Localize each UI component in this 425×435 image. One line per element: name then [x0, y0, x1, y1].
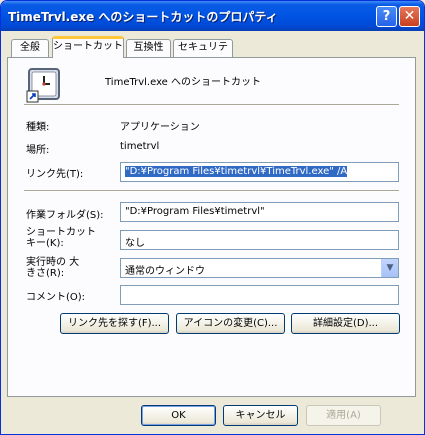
- tab-shortcut[interactable]: ショートカット: [52, 36, 124, 58]
- hotkey-label: ショートカット キー(K):: [26, 227, 96, 249]
- workdir-label: 作業フォルダ(S):: [26, 210, 104, 221]
- tab-compatibility[interactable]: 互換性: [126, 39, 171, 57]
- ok-button[interactable]: OK: [141, 405, 216, 426]
- tab-general[interactable]: 全般: [11, 39, 49, 57]
- window-title: TimeTrvl.exe へのショートカットのプロパティ: [8, 10, 278, 24]
- tab-security[interactable]: セキュリティ: [173, 39, 233, 69]
- apply-button[interactable]: 適用(A): [306, 405, 381, 426]
- title-bar[interactable]: TimeTrvl.exe へのショートカットのプロパティ ? ✕: [1, 1, 424, 31]
- run-select-value: 通常のウィンドウ: [125, 266, 205, 277]
- hotkey-input[interactable]: なし: [120, 230, 399, 250]
- find-target-button[interactable]: リンク先を探す(F)...: [60, 313, 169, 334]
- divider: [24, 190, 399, 192]
- change-icon-button[interactable]: アイコンの変更(C)...: [176, 313, 285, 334]
- type-label: 種類:: [26, 122, 50, 133]
- run-label: 実行時の 大きさ(R):: [26, 257, 80, 279]
- type-value: アプリケーション: [120, 122, 200, 133]
- divider: [24, 104, 399, 106]
- advanced-button[interactable]: 詳細設定(D)...: [291, 313, 400, 334]
- run-select[interactable]: 通常のウィンドウ ▼: [120, 258, 399, 278]
- workdir-input[interactable]: "D:¥Program Files¥timetrvl": [120, 202, 399, 222]
- shortcut-name: TimeTrvl.exe へのショートカット: [105, 77, 262, 88]
- chevron-down-icon[interactable]: ▼: [381, 259, 398, 277]
- location-value: timetrvl: [120, 141, 160, 152]
- target-label: リンク先(T):: [26, 169, 84, 180]
- properties-dialog: TimeTrvl.exe へのショートカットのプロパティ ? ✕ 全般 ショート…: [0, 0, 425, 435]
- comment-input[interactable]: [120, 285, 399, 305]
- location-label: 場所:: [26, 145, 50, 156]
- close-button[interactable]: ✕: [399, 6, 420, 27]
- help-button[interactable]: ?: [376, 6, 397, 27]
- comment-label: コメント(O):: [26, 292, 86, 303]
- target-input-text: "D:¥Program Files¥timetrvl¥TimeTrvl.exe"…: [125, 166, 348, 177]
- clock-shortcut-icon: [25, 67, 65, 105]
- target-input[interactable]: "D:¥Program Files¥timetrvl¥TimeTrvl.exe"…: [120, 162, 399, 182]
- cancel-button[interactable]: キャンセル: [223, 405, 298, 426]
